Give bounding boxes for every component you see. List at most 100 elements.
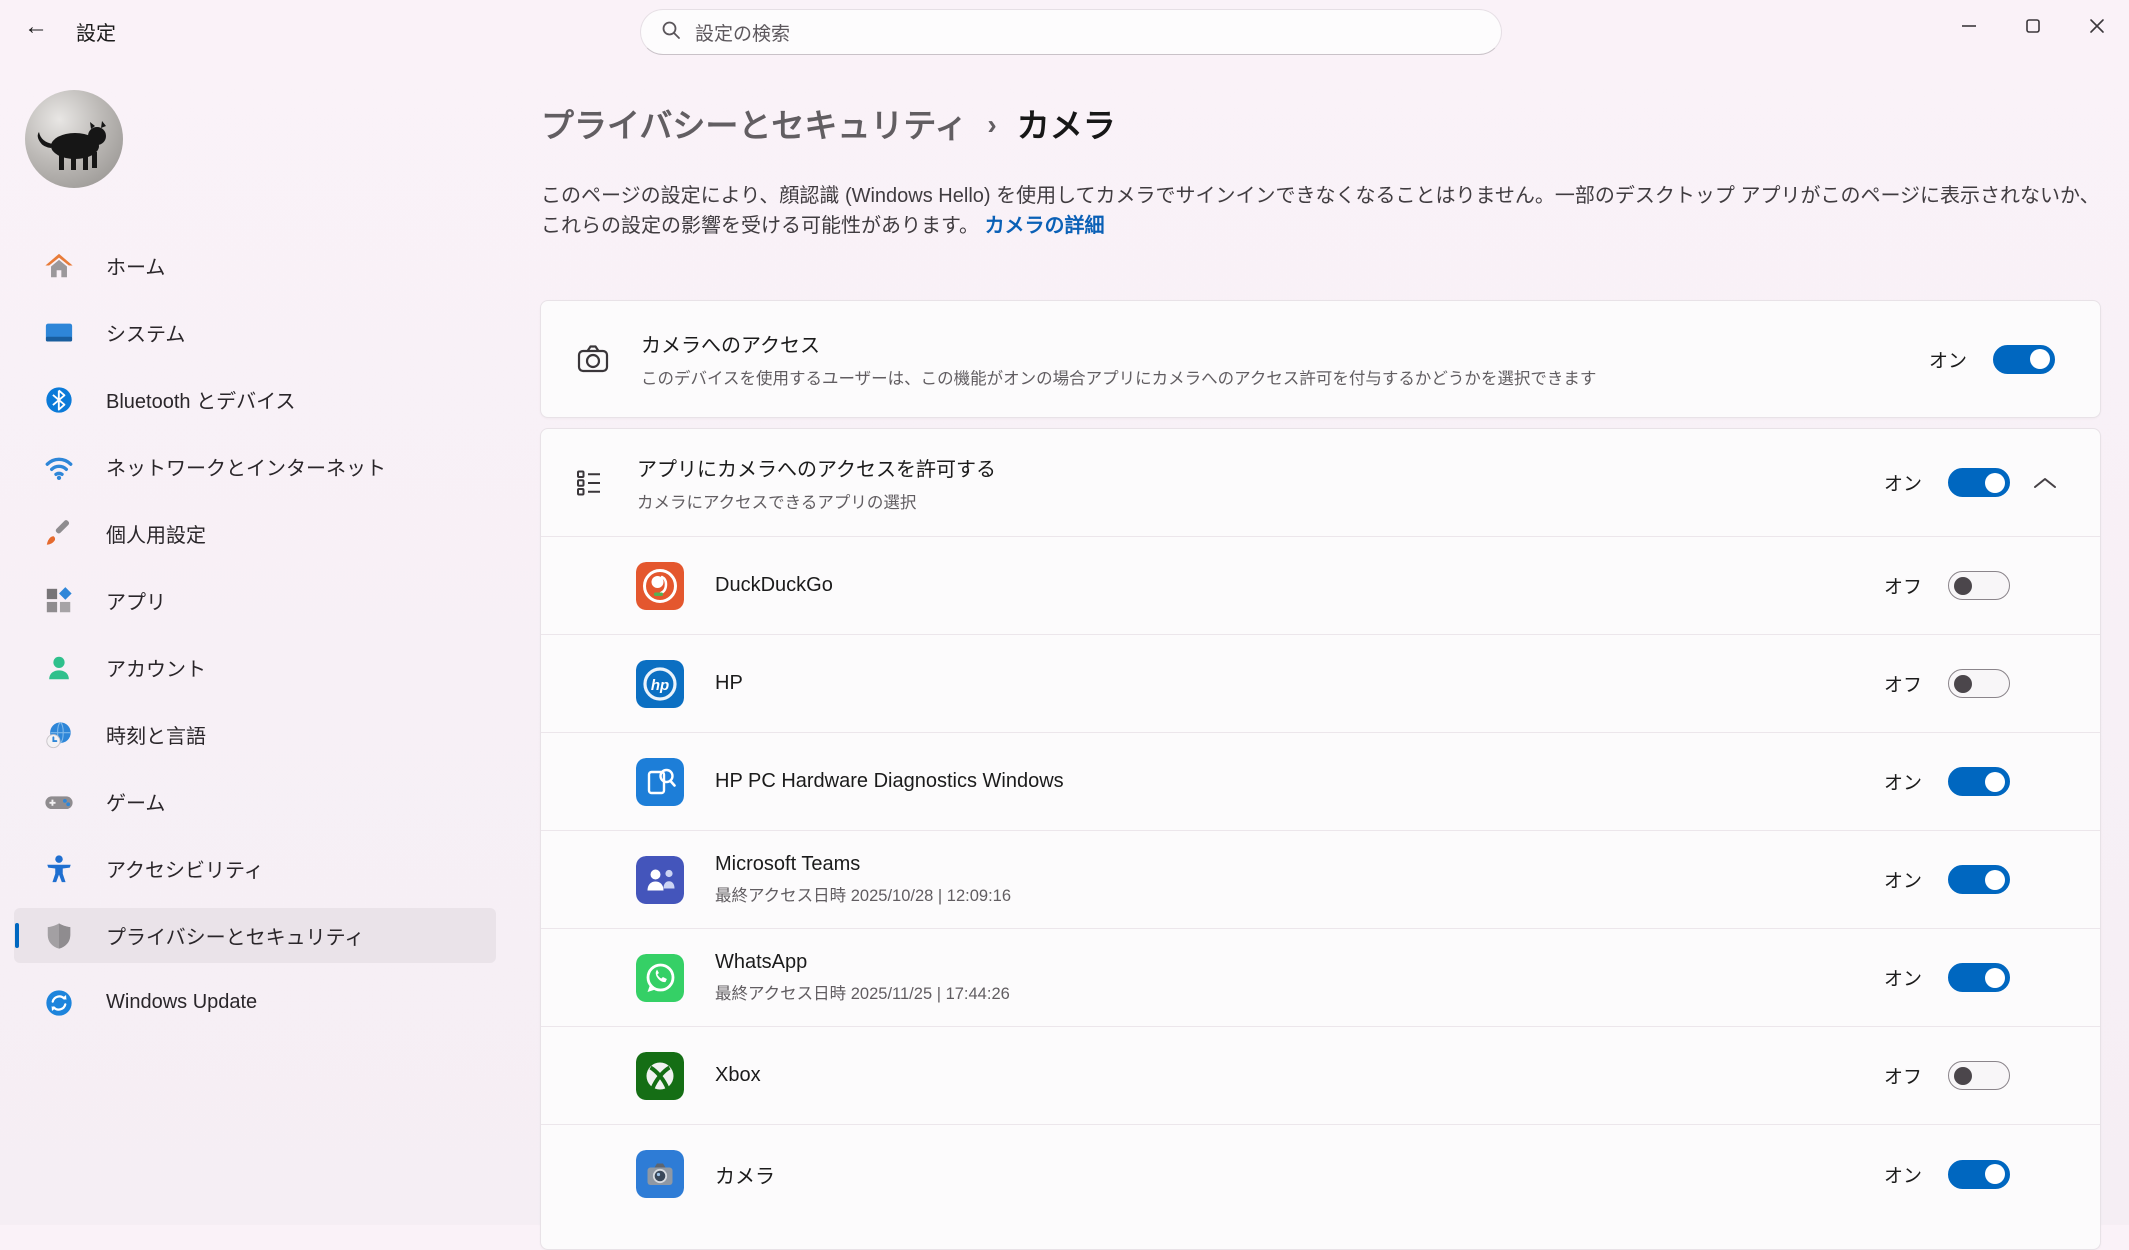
app-toggle[interactable]: オン bbox=[1884, 963, 2010, 992]
svg-text:hp: hp bbox=[651, 677, 669, 694]
page-description: このページの設定により、顔認識 (Windows Hello) を使用してカメラ… bbox=[541, 181, 2109, 241]
back-button[interactable]: ← bbox=[16, 10, 56, 44]
toggle-switch-off[interactable] bbox=[1948, 571, 2010, 600]
toggle-state-label: オン bbox=[1884, 964, 1922, 991]
app-toggle[interactable]: オン bbox=[1884, 1160, 2010, 1189]
camera-access-title: カメラへのアクセス bbox=[641, 329, 1596, 358]
sidebar-item-apps[interactable]: アプリ bbox=[14, 573, 496, 628]
gaming-icon bbox=[44, 787, 74, 817]
description-text: このページの設定により、顔認識 (Windows Hello) を使用してカメラ… bbox=[541, 185, 2100, 237]
app-access-title: アプリにカメラへのアクセスを許可する bbox=[637, 453, 996, 482]
sidebar-item-label: アカウント bbox=[106, 653, 206, 682]
app-permissions-card: アプリにカメラへのアクセスを許可する カメラにアクセスできるアプリの選択 オン … bbox=[540, 428, 2101, 1250]
search-icon bbox=[661, 20, 681, 45]
sidebar-item-label: アプリ bbox=[106, 586, 166, 615]
chevron-up-icon bbox=[2032, 476, 2058, 490]
window-title: 設定 bbox=[76, 17, 116, 46]
sidebar-item-label: システム bbox=[106, 318, 185, 347]
privacy-icon bbox=[44, 921, 74, 951]
search-input[interactable]: 設定の検索 bbox=[640, 9, 1502, 55]
app-toggle[interactable]: オン bbox=[1884, 767, 2010, 796]
sidebar-item-label: Windows Update bbox=[106, 991, 257, 1014]
app-row: hp HP オフ bbox=[541, 635, 2100, 733]
sidebar-item-personalization[interactable]: 個人用設定 bbox=[14, 506, 496, 561]
app-toggle[interactable]: オフ bbox=[1884, 669, 2010, 698]
toggle-switch-on[interactable] bbox=[1993, 345, 2055, 374]
app-toggle[interactable]: オフ bbox=[1884, 1061, 2010, 1090]
sidebar-item-network[interactable]: ネットワークとインターネット bbox=[14, 439, 496, 494]
toggle-switch-on[interactable] bbox=[1948, 1160, 2010, 1189]
sidebar-item-label: ゲーム bbox=[106, 787, 165, 816]
titlebar: ← 設定 設定の検索 bbox=[0, 0, 2129, 56]
page-title: カメラ bbox=[1017, 99, 1116, 147]
sidebar-item-label: 個人用設定 bbox=[106, 519, 206, 548]
toggle-state-label: オン bbox=[1884, 469, 1922, 496]
sidebar-item-accessibility[interactable]: アクセシビリティ bbox=[14, 841, 496, 896]
sidebar-item-accounts[interactable]: アカウント bbox=[14, 640, 496, 695]
maximize-button[interactable] bbox=[2001, 0, 2065, 52]
app-row: DuckDuckGo オフ bbox=[541, 537, 2100, 635]
app-row: WhatsApp最終アクセス日時 2025/11/25 | 17:44:26オン bbox=[541, 929, 2100, 1027]
whatsapp-icon bbox=[636, 954, 684, 1002]
user-avatar[interactable] bbox=[25, 90, 123, 188]
app-name: Microsoft Teams bbox=[715, 853, 1011, 876]
sidebar-item-time-language[interactable]: 時刻と言語 bbox=[14, 707, 496, 762]
sidebar-item-gaming[interactable]: ゲーム bbox=[14, 774, 496, 829]
toggle-switch-on[interactable] bbox=[1948, 468, 2010, 497]
system-icon bbox=[44, 318, 74, 348]
toggle-switch-on[interactable] bbox=[1948, 767, 2010, 796]
apps-icon bbox=[44, 586, 74, 616]
breadcrumb: プライバシーとセキュリティ › カメラ bbox=[541, 99, 1116, 147]
sidebar-item-windows-update[interactable]: Windows Update bbox=[14, 975, 496, 1030]
breadcrumb-parent[interactable]: プライバシーとセキュリティ bbox=[541, 99, 967, 147]
toggle-state-label: オフ bbox=[1884, 1062, 1922, 1089]
sidebar-nav: ホームシステム Bluetooth とデバイスネットワークとインターネット個人用設… bbox=[14, 238, 496, 1042]
sidebar-item-privacy-security[interactable]: プライバシーとセキュリティ bbox=[14, 908, 496, 963]
app-last-access: 最終アクセス日時 2025/10/28 | 12:09:16 bbox=[715, 882, 1011, 906]
toggle-state-label: オン bbox=[1929, 346, 1967, 373]
bluetooth-icon bbox=[44, 385, 74, 415]
cat-silhouette bbox=[31, 108, 117, 174]
app-name: カメラ bbox=[715, 1160, 775, 1189]
collapse-expander-button[interactable] bbox=[2032, 476, 2058, 490]
app-access-toggle[interactable]: オン bbox=[1884, 468, 2010, 497]
app-rows: DuckDuckGo オフ hp HP オフ HP PC Hardware Diagnos… bbox=[541, 537, 2100, 1223]
toggle-switch-off[interactable] bbox=[1948, 1061, 2010, 1090]
app-name: HP PC Hardware Diagnostics Windows bbox=[715, 770, 1064, 793]
time-language-icon bbox=[44, 720, 74, 750]
hp-icon: hp bbox=[636, 660, 684, 708]
app-name: HP bbox=[715, 672, 743, 695]
camera-access-card: カメラへのアクセス このデバイスを使用するユーザーは、この機能がオンの場合アプリ… bbox=[540, 300, 2101, 418]
close-button[interactable] bbox=[2065, 0, 2129, 52]
minimize-icon bbox=[1960, 17, 1978, 35]
toggle-state-label: オフ bbox=[1884, 572, 1922, 599]
toggle-state-label: オフ bbox=[1884, 670, 1922, 697]
sidebar-item-system[interactable]: システム bbox=[14, 305, 496, 360]
xbox-icon bbox=[636, 1052, 684, 1100]
minimize-button[interactable] bbox=[1937, 0, 2001, 52]
camera-outline-icon bbox=[575, 341, 611, 377]
breadcrumb-separator-icon: › bbox=[987, 106, 996, 141]
sidebar-item-bluetooth[interactable]: Bluetooth とデバイス bbox=[14, 372, 496, 427]
app-name: DuckDuckGo bbox=[715, 574, 833, 597]
network-icon bbox=[44, 452, 74, 482]
toggle-switch-off[interactable] bbox=[1948, 669, 2010, 698]
app-toggle[interactable]: オフ bbox=[1884, 571, 2010, 600]
app-toggle[interactable]: オン bbox=[1884, 865, 2010, 894]
camera-details-link[interactable]: カメラの詳細 bbox=[985, 215, 1105, 237]
app-row: Xboxオフ bbox=[541, 1027, 2100, 1125]
camera-access-toggle[interactable]: オン bbox=[1929, 345, 2055, 374]
sidebar-item-label: プライバシーとセキュリティ bbox=[106, 921, 364, 950]
toggle-switch-on[interactable] bbox=[1948, 865, 2010, 894]
search-placeholder: 設定の検索 bbox=[695, 19, 790, 46]
toggle-state-label: オン bbox=[1884, 1161, 1922, 1188]
personalization-icon bbox=[44, 519, 74, 549]
app-name: WhatsApp bbox=[715, 951, 1010, 974]
toggle-state-label: オン bbox=[1884, 866, 1922, 893]
app-row: HP PC Hardware Diagnostics Windows オン bbox=[541, 733, 2100, 831]
toggle-switch-on[interactable] bbox=[1948, 963, 2010, 992]
accessibility-icon bbox=[44, 854, 74, 884]
toggle-state-label: オン bbox=[1884, 768, 1922, 795]
sidebar-item-home[interactable]: ホーム bbox=[14, 238, 496, 293]
maximize-icon bbox=[2024, 17, 2042, 35]
